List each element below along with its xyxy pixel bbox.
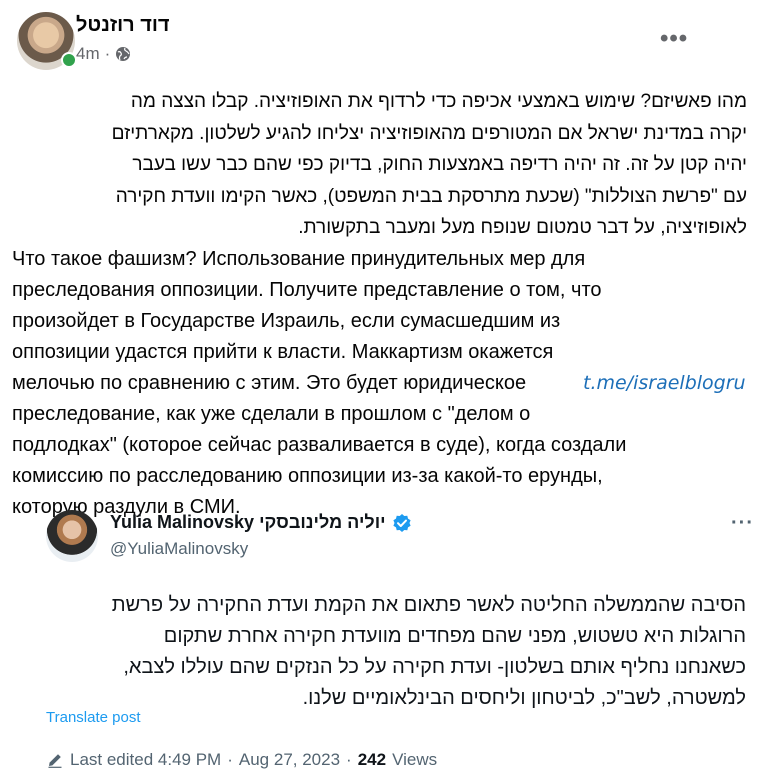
russian-line: произойдет в Государстве Израиль, если с… — [12, 310, 561, 332]
tweet-line: הסיבה שהממשלה החליטה לאשר פתאום את הקמת … — [111, 594, 746, 616]
russian-line: преследования оппозиции. Получите предст… — [12, 279, 602, 301]
russian-line: оппозиции удастся прийти к власти. Макка… — [12, 341, 554, 363]
footer-separator: · — [346, 750, 352, 769]
post-meta: 4m · — [76, 44, 131, 64]
tweet-line: הרוגלות היא טשטוש, מפני שהם מפחדים מוועד… — [163, 625, 746, 647]
translate-post-link[interactable]: Translate post — [46, 709, 141, 726]
footer-separator: · — [227, 750, 233, 769]
views-label: Views — [392, 750, 438, 769]
tweet-display-name[interactable]: Yulia Malinovsky יוליה מלינובסקי — [110, 512, 386, 533]
hebrew-line: עם "פרשת הצוללות" (שכעת מתרסקת בבית המשפ… — [115, 185, 747, 207]
tweet-line: כשאנחנו נחליף אותם בשלטון- ועדת חקירה על… — [123, 656, 746, 678]
hebrew-line: לאופוזיציה, על דבר טמטום שנופח מעל ומעבר… — [298, 217, 747, 238]
russian-line: преследование, как уже сделали в прошлом… — [12, 403, 531, 425]
post-text-hebrew: מהו פאשיזם? שימוש באמצעי אכיפה כדי לרדוף… — [12, 86, 747, 244]
more-options-icon[interactable]: ••• — [660, 25, 688, 53]
verified-badge-icon — [392, 513, 411, 532]
globe-icon[interactable] — [115, 46, 131, 62]
facebook-post: דוד רוזנטל 4m · ••• מהו פאשיזם? שימוש בא… — [0, 0, 759, 776]
tweet-author-avatar[interactable] — [46, 510, 98, 562]
author-name[interactable]: דוד רוזנטל — [76, 14, 170, 37]
tweet-footer: Last edited 4:49 PM · Aug 27, 2023 · 242… — [46, 750, 437, 770]
hebrew-line: יקרה במדינת ישראל אם המטורפים מהאופוזיצי… — [111, 122, 747, 144]
russian-line: подлодках" (которое сейчас разваливается… — [12, 434, 627, 456]
views-count: 242 — [357, 750, 387, 769]
tweet-text: הסיבה שהממשלה החליטה לאשר פתאום את הקמת … — [46, 590, 746, 714]
russian-line: Что такое фашизм? Использование принудит… — [12, 248, 586, 270]
hebrew-line: מהו פאשיזם? שימוש באמצעי אכיפה כדי לרדוף… — [130, 91, 747, 112]
tweet-date[interactable]: Aug 27, 2023 — [239, 750, 340, 770]
author-avatar[interactable] — [17, 12, 77, 70]
tweet-author-name-row[interactable]: Yulia Malinovsky יוליה מלינובסקי — [110, 512, 412, 533]
russian-line: комиссию по расследованию оппозиции из-з… — [12, 465, 603, 487]
channel-watermark: t.me/israelblogru — [583, 372, 746, 394]
tweet-handle[interactable]: @YuliaMalinovsky — [110, 539, 248, 559]
online-status-dot — [61, 52, 77, 68]
post-timestamp[interactable]: 4m — [76, 44, 100, 64]
pencil-icon — [48, 754, 62, 768]
hebrew-line: יהיה קטן על זה. זה יהיה רדיפה באמצעות הח… — [132, 154, 747, 175]
meta-separator: · — [104, 44, 111, 63]
tweet-more-options-icon[interactable]: ··· — [731, 512, 754, 535]
tweet-line: למשטרה, לשב"כ, לביטחון וליחסים הבינלאומי… — [302, 687, 746, 709]
last-edited-time[interactable]: Last edited 4:49 PM — [70, 750, 221, 770]
